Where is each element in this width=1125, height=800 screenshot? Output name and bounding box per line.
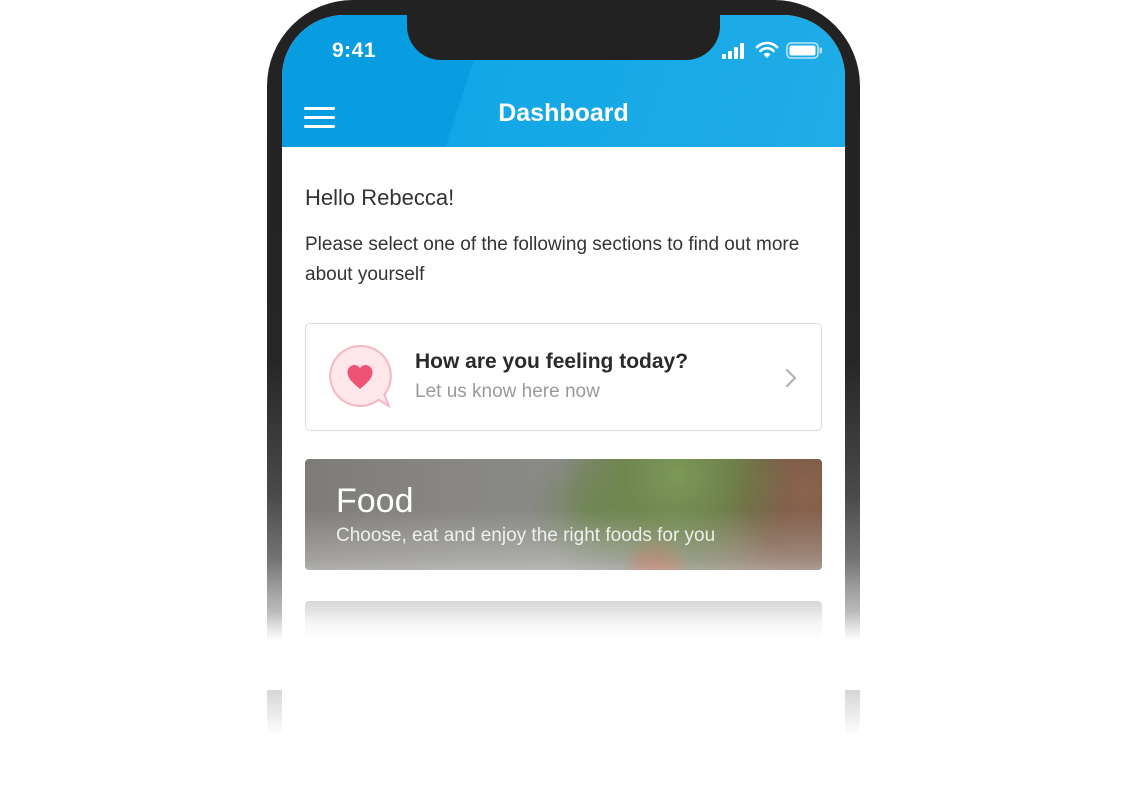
greeting-text: Hello Rebecca! <box>305 185 455 210</box>
chevron-right-icon <box>785 368 797 388</box>
feeling-card-subtitle: Let us know here now <box>415 381 600 402</box>
wifi-icon <box>755 41 779 58</box>
cellular-signal-icon <box>722 43 744 59</box>
page-title: Dashboard <box>498 99 629 127</box>
intro-text: Please select one of the following secti… <box>305 234 800 285</box>
food-card[interactable]: Food Choose, eat and enjoy the right foo… <box>305 459 822 570</box>
food-card-title: Food <box>336 482 414 520</box>
heart-speech-bubble-icon <box>329 344 392 409</box>
feeling-card[interactable]: How are you feeling today? Let us know h… <box>305 323 822 431</box>
phone-notch <box>407 15 720 60</box>
feeling-card-title: How are you feeling today? <box>415 350 689 373</box>
battery-icon <box>786 42 822 59</box>
food-card-subtitle: Choose, eat and enjoy the right foods fo… <box>336 525 716 546</box>
status-time: 9:41 <box>332 39 377 62</box>
bottom-fade-overlay <box>0 560 1125 690</box>
